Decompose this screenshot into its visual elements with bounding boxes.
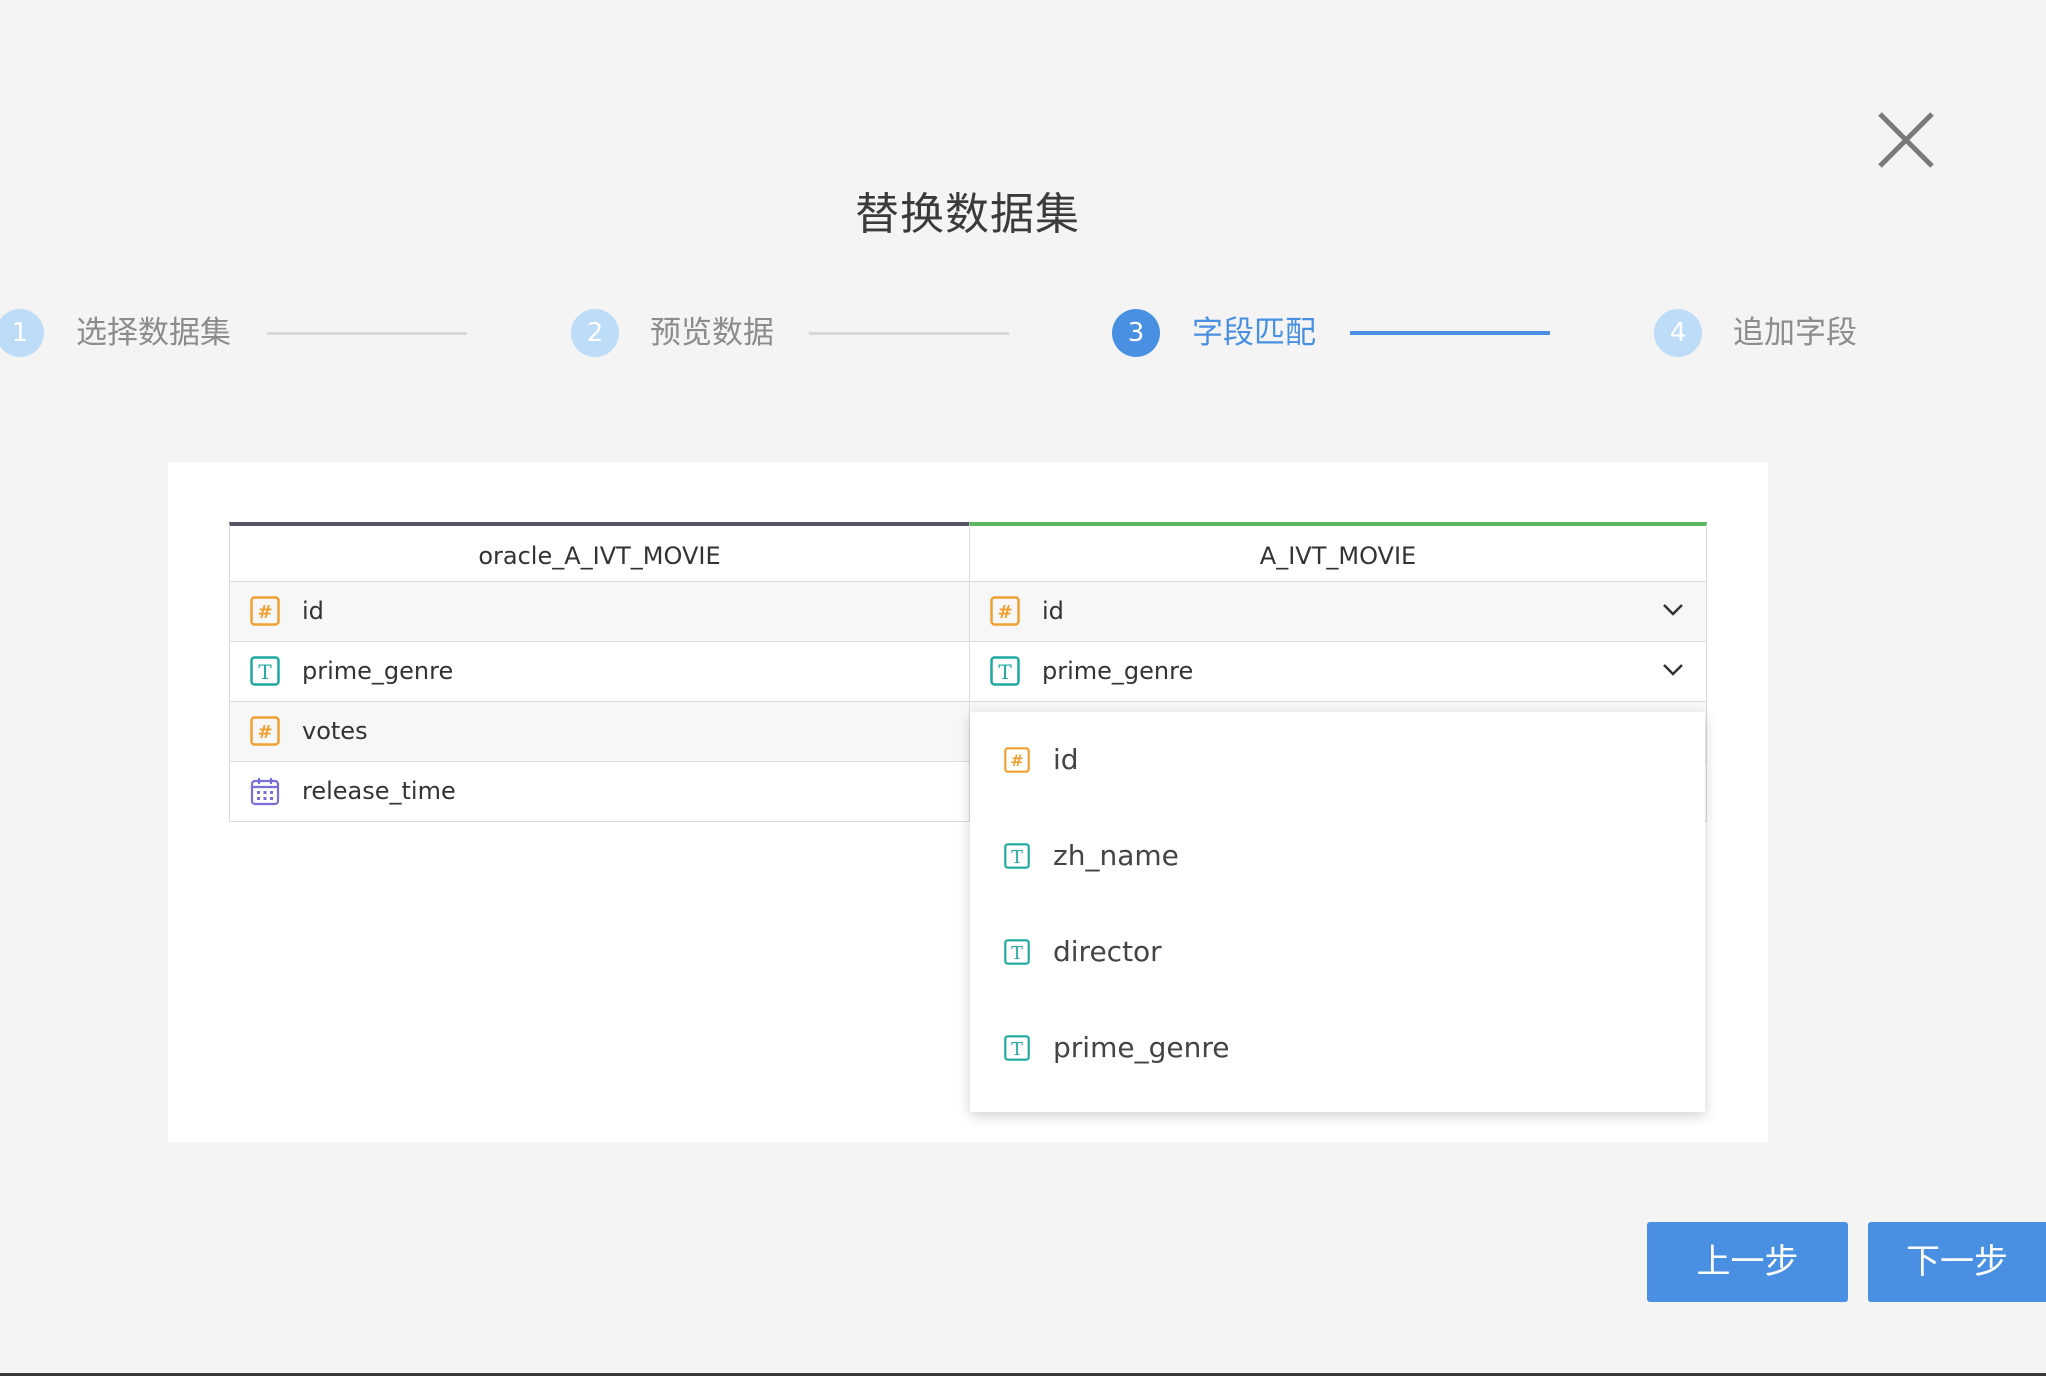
target-dataset-header: A_IVT_MOVIE (969, 522, 1707, 582)
text-field-icon: T (1004, 843, 1030, 869)
chevron-down-icon[interactable] (1662, 602, 1684, 618)
dropdown-option[interactable]: T director (970, 904, 1705, 1000)
svg-text:T: T (998, 660, 1012, 684)
source-field-name: id (302, 597, 324, 625)
previous-step-button[interactable]: 上一步 (1647, 1222, 1848, 1302)
step-1-label: 选择数据集 (76, 315, 231, 351)
dropdown-option-label: id (1053, 743, 1079, 776)
dropdown-option[interactable]: T zh_name (970, 808, 1705, 904)
table-row: T prime_genre (229, 642, 970, 702)
step-3-label: 字段匹配 (1192, 315, 1316, 351)
svg-text:T: T (258, 660, 272, 684)
step-connector-1 (267, 332, 467, 335)
step-connector-2 (809, 332, 1009, 335)
target-field-name: id (1042, 597, 1064, 625)
step-2-label: 预览数据 (650, 315, 774, 351)
target-field-name: prime_genre (1042, 657, 1194, 685)
replace-dataset-dialog: 替换数据集 1 选择数据集 2 预览数据 3 字段匹配 4 追加字段 oracl… (0, 0, 2046, 1376)
table-row: # votes (229, 702, 970, 762)
dialog-title: 替换数据集 (855, 189, 1080, 240)
source-field-name: prime_genre (302, 657, 454, 685)
number-field-icon: # (250, 596, 280, 626)
step-connector-3 (1350, 331, 1550, 335)
target-field-select[interactable]: T prime_genre (969, 642, 1707, 702)
next-step-button[interactable]: 下一步 (1868, 1222, 2046, 1302)
table-row: release_time (229, 762, 970, 822)
svg-text:T: T (1011, 848, 1023, 868)
step-1-number: 1 (0, 309, 44, 357)
step-4-number: 4 (1654, 309, 1702, 357)
svg-text:T: T (1011, 944, 1023, 964)
text-field-icon: T (1004, 939, 1030, 965)
svg-text:T: T (1011, 1040, 1023, 1060)
number-field-icon: # (990, 596, 1020, 626)
step-4-label: 追加字段 (1733, 315, 1857, 351)
dropdown-option-label: zh_name (1053, 839, 1179, 872)
svg-text:#: # (257, 602, 272, 623)
source-field-name: release_time (302, 777, 456, 805)
target-field-dropdown: # id T zh_name T director T prime_genre (970, 712, 1705, 1112)
svg-text:#: # (997, 602, 1012, 623)
step-3-number: 3 (1112, 309, 1160, 357)
number-field-icon: # (1004, 747, 1030, 773)
source-dataset-header: oracle_A_IVT_MOVIE (229, 522, 970, 582)
text-field-icon: T (990, 656, 1020, 686)
text-field-icon: T (250, 656, 280, 686)
dropdown-option[interactable]: # id (970, 712, 1705, 808)
source-field-name: votes (302, 717, 368, 745)
number-field-icon: # (250, 716, 280, 746)
calendar-icon (250, 778, 280, 806)
chevron-down-icon[interactable] (1662, 662, 1684, 678)
dropdown-option-label: prime_genre (1053, 1031, 1230, 1064)
svg-text:#: # (257, 722, 272, 743)
svg-text:#: # (1010, 752, 1023, 770)
dropdown-option[interactable]: T prime_genre (970, 1000, 1705, 1096)
target-field-select[interactable]: # id (969, 582, 1707, 642)
dropdown-option-label: director (1053, 935, 1162, 968)
text-field-icon: T (1004, 1035, 1030, 1061)
close-icon[interactable] (1876, 110, 1936, 170)
table-row: # id (229, 582, 970, 642)
step-2-number: 2 (571, 309, 619, 357)
